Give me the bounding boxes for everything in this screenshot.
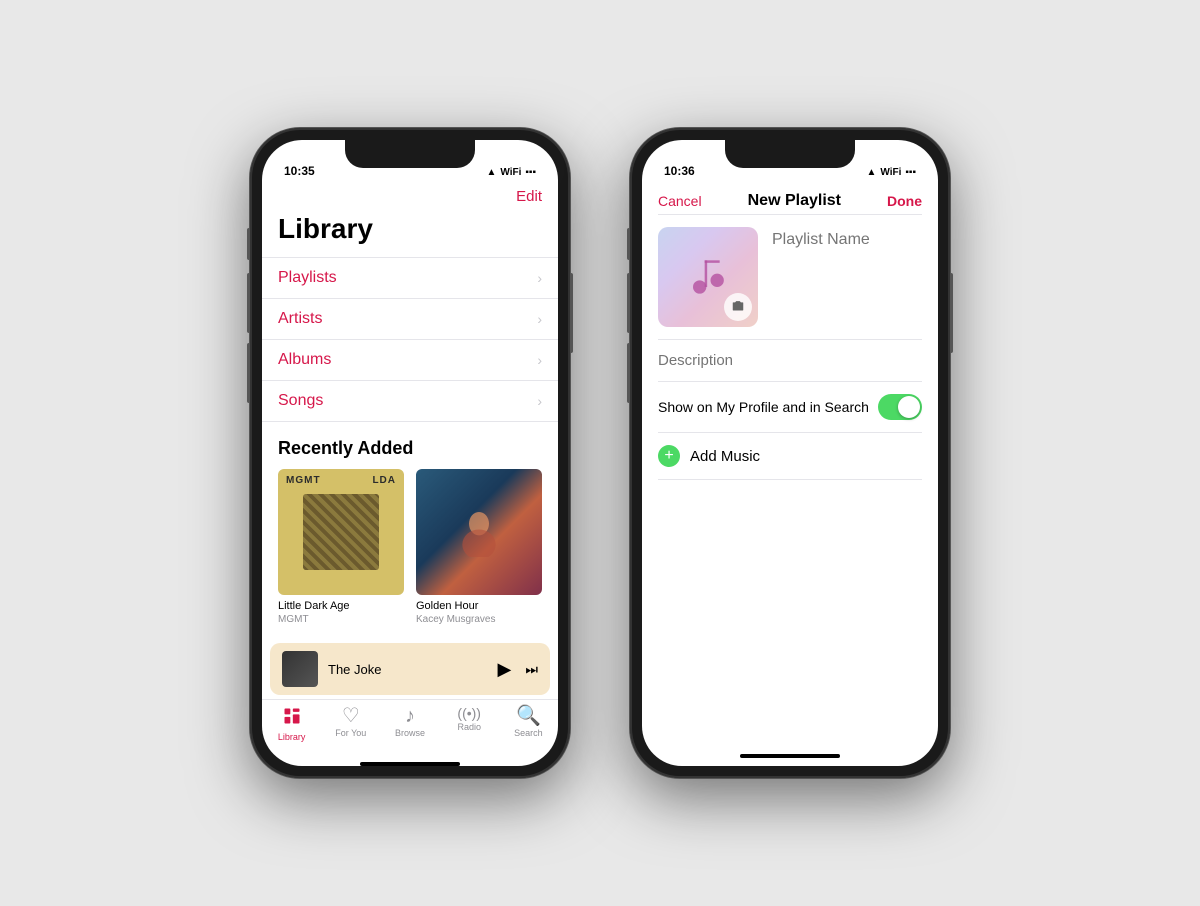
mute-button[interactable] [247, 228, 250, 260]
playlist-name-input[interactable] [772, 227, 938, 249]
albums-label: Albums [278, 351, 331, 369]
kacey-artwork [454, 507, 504, 557]
notch [345, 140, 475, 168]
edit-button[interactable]: Edit [516, 188, 542, 205]
profile-search-toggle[interactable] [878, 394, 922, 420]
library-screen: Edit Library Playlists › Artists › Album… [262, 184, 558, 766]
tab-radio[interactable]: ((•)) Radio [440, 706, 499, 742]
phone-2: 10:36 ▲ WiFi ▪▪▪ Cancel New Playlist Don… [630, 128, 950, 778]
volume-down-button-2[interactable] [627, 343, 630, 403]
music-note-art [683, 252, 733, 302]
now-playing-thumbnail [282, 651, 318, 687]
for-you-tab-icon: ♡ [342, 706, 360, 726]
cancel-button[interactable]: Cancel [658, 193, 702, 209]
album-name-mgmt: Little Dark Age [278, 599, 404, 613]
recently-added-title: Recently Added [262, 422, 558, 469]
chevron-right-icon: › [537, 393, 542, 409]
new-playlist-nav: Cancel New Playlist Done [642, 184, 938, 214]
status-icons: ▲ WiFi ▪▪▪ [486, 167, 536, 178]
search-tab-icon: 🔍 [516, 706, 541, 726]
volume-up-button-2[interactable] [627, 273, 630, 333]
skip-forward-button[interactable]: ⏭ [525, 661, 538, 678]
tab-bar: Library ♡ For You ♪ Browse ((•)) Radio 🔍… [262, 699, 558, 758]
time-display-2: 10:36 [664, 164, 695, 178]
album-cover-mgmt [278, 469, 404, 595]
chevron-right-icon: › [537, 270, 542, 286]
tab-search[interactable]: 🔍 Search [499, 706, 558, 742]
add-music-row[interactable]: + Add Music [642, 433, 938, 479]
album-artist-kacey: Kacey Musgraves [416, 613, 542, 626]
power-button-2[interactable] [950, 273, 953, 353]
phone-2-screen: 10:36 ▲ WiFi ▪▪▪ Cancel New Playlist Don… [642, 140, 938, 766]
album-grid: Little Dark Age MGMT Golden Hour Kacey M… [262, 469, 558, 626]
playlist-artwork[interactable] [658, 227, 758, 327]
notch-2 [725, 140, 855, 168]
artists-label: Artists [278, 310, 322, 328]
toggle-label: Show on My Profile and in Search [658, 399, 869, 415]
time-display: 10:35 [284, 164, 315, 178]
battery-icon-2: ▪▪▪ [905, 167, 916, 178]
browse-tab-icon: ♪ [405, 706, 415, 726]
toggle-thumb [898, 396, 920, 418]
add-music-label: Add Music [690, 448, 760, 465]
radio-tab-icon: ((•)) [457, 706, 481, 720]
volume-up-button[interactable] [247, 273, 250, 333]
plus-circle-icon: + [658, 445, 680, 467]
library-list: Playlists › Artists › Albums › Songs › [262, 257, 558, 422]
artwork-name-row [642, 215, 938, 339]
now-playing-bar[interactable]: The Joke ▶ ⏭ [270, 643, 550, 695]
signal-icon-2: ▲ [866, 167, 876, 178]
battery-icon: ▪▪▪ [525, 167, 536, 178]
status-icons-2: ▲ WiFi ▪▪▪ [866, 167, 916, 178]
album-item-kacey[interactable]: Golden Hour Kacey Musgraves [416, 469, 542, 626]
new-playlist-title: New Playlist [748, 192, 841, 210]
library-item-albums[interactable]: Albums › [262, 339, 558, 380]
album-cover-kacey [416, 469, 542, 595]
album-name-kacey: Golden Hour [416, 599, 542, 613]
now-playing-title: The Joke [328, 662, 488, 677]
library-item-songs[interactable]: Songs › [262, 380, 558, 422]
songs-label: Songs [278, 392, 323, 410]
library-tab-icon [282, 706, 302, 730]
for-you-tab-label: For You [335, 728, 366, 738]
album-artist-mgmt: MGMT [278, 613, 404, 626]
phone-1-screen: 10:35 ▲ WiFi ▪▪▪ Edit Library Playlists … [262, 140, 558, 766]
library-item-playlists[interactable]: Playlists › [262, 257, 558, 298]
album-item-mgmt[interactable]: Little Dark Age MGMT [278, 469, 404, 626]
home-indicator[interactable] [360, 762, 460, 766]
profile-search-toggle-row: Show on My Profile and in Search [642, 382, 938, 432]
play-button[interactable]: ▶ [498, 659, 512, 680]
tab-for-you[interactable]: ♡ For You [321, 706, 380, 742]
mgmt-artwork [303, 494, 379, 570]
signal-icon: ▲ [486, 167, 496, 178]
new-playlist-screen: Cancel New Playlist Done [642, 184, 938, 766]
library-nav-header: Edit [262, 184, 558, 213]
wifi-icon: WiFi [500, 167, 521, 178]
now-playing-controls: ▶ ⏭ [498, 659, 538, 680]
radio-tab-label: Radio [457, 722, 481, 732]
browse-tab-label: Browse [395, 728, 425, 738]
home-indicator-2[interactable] [740, 754, 840, 758]
search-tab-label: Search [514, 728, 543, 738]
wifi-icon-2: WiFi [880, 167, 901, 178]
playlist-description-input[interactable] [642, 340, 938, 381]
volume-down-button[interactable] [247, 343, 250, 403]
library-title: Library [262, 213, 558, 257]
library-item-artists[interactable]: Artists › [262, 298, 558, 339]
done-button[interactable]: Done [887, 193, 922, 209]
chevron-right-icon: › [537, 352, 542, 368]
mute-button-2[interactable] [627, 228, 630, 260]
camera-icon[interactable] [724, 293, 752, 321]
tab-browse[interactable]: ♪ Browse [380, 706, 439, 742]
chevron-right-icon: › [537, 311, 542, 327]
power-button[interactable] [570, 273, 573, 353]
phone-1: 10:35 ▲ WiFi ▪▪▪ Edit Library Playlists … [250, 128, 570, 778]
library-tab-label: Library [278, 732, 306, 742]
playlists-label: Playlists [278, 269, 337, 287]
tab-library[interactable]: Library [262, 706, 321, 742]
